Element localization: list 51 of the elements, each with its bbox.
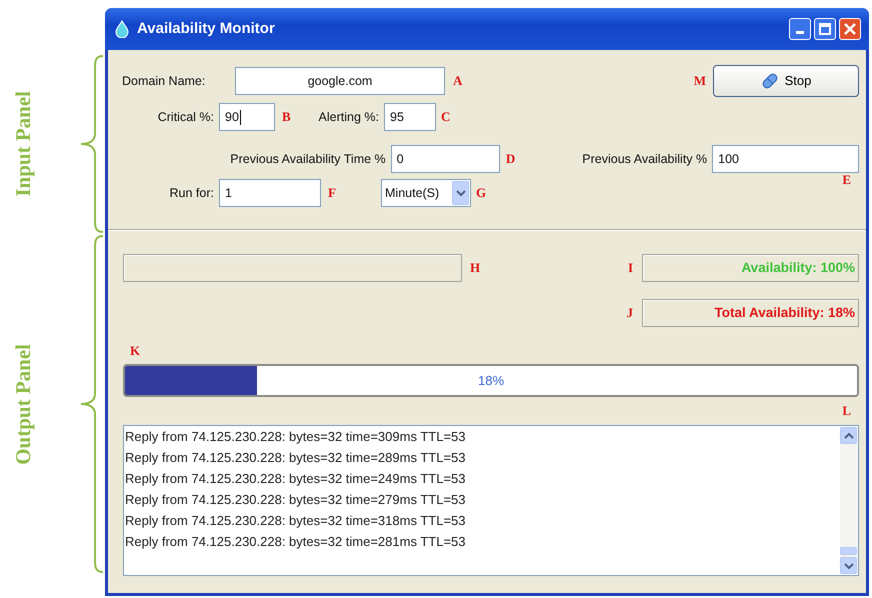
log-line: Reply from 74.125.230.228: bytes=32 time=289ms TTL=53 bbox=[125, 449, 466, 467]
marker-letter: D bbox=[506, 150, 516, 168]
chevron-up-icon bbox=[844, 432, 854, 440]
marker-letter: B bbox=[282, 108, 292, 126]
close-icon bbox=[844, 23, 856, 35]
input-field[interactable]: 95 bbox=[384, 103, 436, 131]
field-label: Domain Name: bbox=[122, 74, 206, 88]
maximize-icon bbox=[819, 23, 831, 35]
window-title: Availability Monitor bbox=[137, 18, 275, 39]
marker-letter: G bbox=[476, 184, 486, 202]
log-line: Reply from 74.125.230.228: bytes=32 time=249ms TTL=53 bbox=[125, 470, 466, 488]
marker-letter: H bbox=[470, 259, 480, 278]
panel-label: Output Panel bbox=[10, 344, 36, 464]
log-line: Reply from 74.125.230.228: bytes=32 time=281ms TTL=53 bbox=[125, 533, 466, 551]
field-label: Previous Availability Time % bbox=[230, 152, 386, 166]
input-field[interactable]: 0 bbox=[390, 145, 500, 173]
input-field[interactable]: 1 bbox=[219, 179, 321, 207]
stop-button[interactable]: Stop bbox=[713, 65, 859, 97]
dropdown[interactable]: Minute(S) bbox=[381, 179, 471, 207]
input-field[interactable]: 100 bbox=[712, 145, 859, 173]
app-icon bbox=[115, 20, 129, 38]
marker-letter: A bbox=[453, 72, 462, 90]
availability-label: Availability: 100% bbox=[642, 254, 859, 282]
input-field[interactable]: 90 bbox=[219, 103, 275, 131]
chevron-down-icon bbox=[844, 562, 854, 570]
marker-letter: J bbox=[626, 304, 633, 322]
log-line: Reply from 74.125.230.228: bytes=32 time=318ms TTL=53 bbox=[125, 512, 466, 530]
maximize-button[interactable] bbox=[814, 18, 836, 40]
marker-letter: L bbox=[842, 402, 851, 420]
marker-letter: M bbox=[694, 72, 706, 90]
chevron-down-icon bbox=[456, 189, 466, 197]
panel-label: Input Panel bbox=[10, 91, 36, 197]
log-line: Reply from 74.125.230.228: bytes=32 time=309ms TTL=53 bbox=[125, 428, 466, 446]
minimize-button[interactable] bbox=[789, 18, 811, 40]
field-label: Previous Availability % bbox=[582, 152, 708, 166]
minimize-icon bbox=[796, 31, 804, 34]
field-label: Alerting %: bbox=[318, 110, 379, 124]
marker-letter: K bbox=[130, 342, 142, 360]
scrollbar[interactable] bbox=[840, 427, 857, 574]
marker-letter: E bbox=[842, 171, 851, 189]
close-button[interactable] bbox=[839, 18, 861, 40]
marker-letter: I bbox=[628, 259, 633, 278]
field-label: Run for: bbox=[170, 186, 214, 200]
scroll-thumb[interactable] bbox=[840, 547, 857, 555]
input-field[interactable]: google.com bbox=[235, 67, 445, 95]
total-availability-label: Total Availability: 18% bbox=[642, 299, 859, 327]
progress-text: 18% bbox=[478, 372, 504, 390]
marker-letter: C bbox=[441, 108, 450, 126]
marker-letter: F bbox=[328, 184, 337, 202]
log-line: Reply from 74.125.230.228: bytes=32 time=279ms TTL=53 bbox=[125, 491, 466, 509]
field-label: Critical %: bbox=[158, 110, 214, 124]
